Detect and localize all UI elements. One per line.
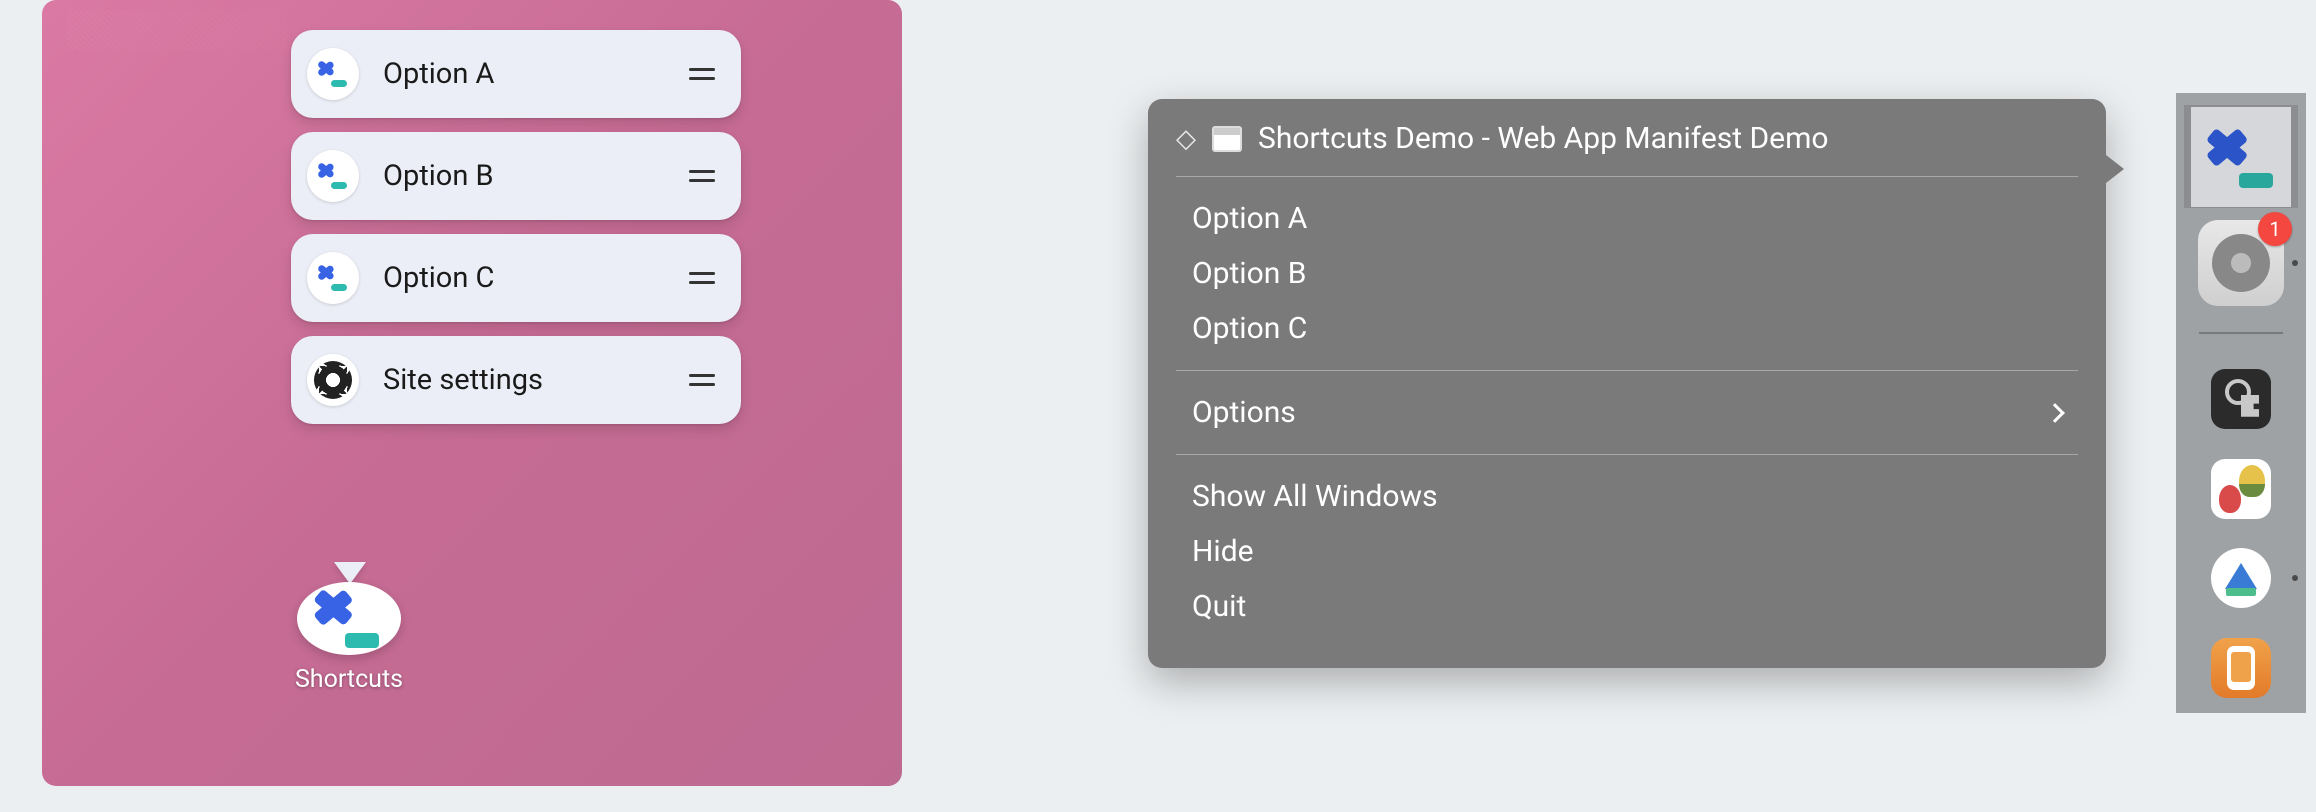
- menu-item-hide[interactable]: Hide: [1154, 524, 2100, 579]
- shortcut-label: Option B: [383, 159, 689, 193]
- pwa-icon: [2191, 107, 2291, 207]
- dock-context-menu: ◇ Shortcuts Demo - Web App Manifest Demo…: [1148, 99, 2106, 668]
- diamond-icon: ◇: [1176, 124, 1196, 154]
- running-indicator-icon: [2292, 575, 2298, 581]
- drag-handle-icon[interactable]: [689, 68, 715, 80]
- app-launcher-shortcuts[interactable]: Shortcuts: [293, 582, 405, 694]
- menu-item-label: Quit: [1192, 589, 1246, 624]
- dock-app-developer-tool[interactable]: [2198, 539, 2284, 617]
- pwa-icon: [297, 582, 401, 655]
- menu-item-label: Hide: [1192, 534, 1254, 569]
- window-icon: [1212, 126, 1242, 152]
- app-name-label: Shortcuts: [295, 665, 403, 694]
- shortcut-label: Site settings: [383, 363, 689, 397]
- pwa-icon: [307, 48, 359, 100]
- chevron-right-icon: [2045, 403, 2065, 423]
- simulator-icon: [2211, 638, 2271, 698]
- menu-item-show-all-windows[interactable]: Show All Windows: [1154, 469, 2100, 524]
- menu-item-option-b[interactable]: Option B: [1154, 246, 2100, 301]
- android-home-screen: Option A Option B Option C Site settings: [42, 0, 902, 786]
- menu-title-row[interactable]: ◇ Shortcuts Demo - Web App Manifest Demo: [1154, 115, 2100, 176]
- shortcut-option-a[interactable]: Option A: [291, 30, 741, 118]
- photo-app-icon: [2211, 459, 2271, 519]
- menu-item-label: Show All Windows: [1192, 479, 1438, 514]
- shortcut-option-b[interactable]: Option B: [291, 132, 741, 220]
- shortcut-label: Option C: [383, 261, 689, 295]
- running-indicator-icon: [2292, 260, 2298, 266]
- dock-app-keychain-access[interactable]: [2198, 360, 2284, 438]
- shortcut-option-c[interactable]: Option C: [291, 234, 741, 322]
- dock-separator: [2199, 332, 2283, 334]
- shortcut-label: Option A: [383, 57, 689, 91]
- notification-badge: 1: [2258, 212, 2292, 246]
- menu-item-label: Option A: [1192, 201, 1307, 236]
- menu-title: Shortcuts Demo - Web App Manifest Demo: [1258, 121, 1829, 156]
- menu-item-label: Option C: [1192, 311, 1307, 346]
- dock-app-system-preferences[interactable]: 1: [2198, 220, 2284, 306]
- dock-app-simulator[interactable]: [2198, 629, 2284, 707]
- menu-section-shortcuts: Option A Option B Option C: [1154, 177, 2100, 370]
- drag-handle-icon[interactable]: [689, 272, 715, 284]
- dock-app-shortcuts-demo[interactable]: [2184, 105, 2298, 208]
- dev-app-icon: [2211, 548, 2271, 608]
- menu-item-option-c[interactable]: Option C: [1154, 301, 2100, 356]
- menu-pointer: [2106, 155, 2124, 183]
- menu-item-label: Options: [1192, 395, 1296, 430]
- keychain-icon: [2211, 369, 2271, 429]
- menu-item-option-a[interactable]: Option A: [1154, 191, 2100, 246]
- menu-item-label: Option B: [1192, 256, 1306, 291]
- drag-handle-icon[interactable]: [689, 170, 715, 182]
- drag-handle-icon[interactable]: [689, 374, 715, 386]
- menu-item-quit[interactable]: Quit: [1154, 579, 2100, 634]
- wallpaper-texture: [67, 10, 287, 50]
- gear-icon: [307, 354, 359, 406]
- dock-app-photo-utility[interactable]: [2198, 450, 2284, 528]
- menu-item-options[interactable]: Options: [1154, 385, 2100, 440]
- app-shortcuts-popup: Option A Option B Option C Site settings: [291, 30, 741, 424]
- shortcut-site-settings[interactable]: Site settings: [291, 336, 741, 424]
- macos-dock: 1: [2176, 93, 2306, 713]
- menu-section-window: Show All Windows Hide Quit: [1154, 455, 2100, 648]
- menu-section-options: Options: [1154, 371, 2100, 454]
- popup-pointer: [334, 562, 366, 584]
- pwa-icon: [307, 252, 359, 304]
- pwa-icon: [307, 150, 359, 202]
